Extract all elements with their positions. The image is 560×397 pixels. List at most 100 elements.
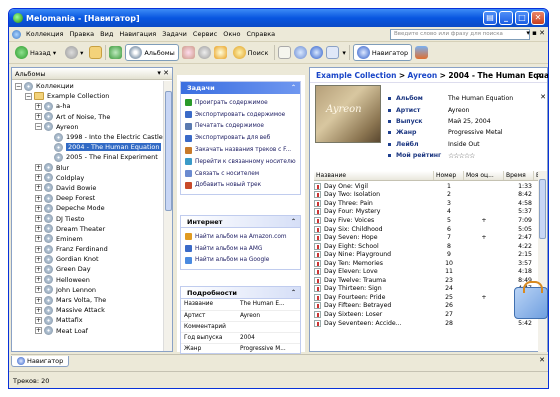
forward-button[interactable]: ▾ [62, 45, 86, 60]
tree-item[interactable]: + DJ Tiesto [12, 213, 172, 224]
tree-item[interactable]: + Helloween [12, 275, 172, 285]
minimize-button[interactable]: _ [499, 11, 513, 25]
task-item[interactable]: Связать с носителем [181, 168, 300, 180]
close-icon[interactable]: ✕ [537, 71, 543, 80]
track-row[interactable]: Day Seventeen: Accide... 28 5:42 [314, 319, 540, 328]
maximize-button[interactable]: □ [515, 11, 529, 25]
up-folder-icon[interactable] [89, 46, 103, 59]
collapse-icon[interactable]: ⌃ [291, 84, 296, 91]
track-row[interactable]: Day Three: Pain 3 4:58 [314, 199, 540, 208]
column-header[interactable]: Моя оц... [464, 171, 504, 180]
track-row[interactable]: Day Two: Isolation 2 8:42 [314, 191, 540, 200]
expand-icon[interactable]: + [35, 255, 42, 263]
expand-icon[interactable]: + [35, 174, 42, 182]
expand-icon[interactable]: + [35, 194, 42, 202]
expand-icon[interactable]: + [35, 235, 42, 243]
expand-icon[interactable]: + [35, 306, 42, 314]
view-mode-icon[interactable] [326, 46, 340, 59]
track-row[interactable]: Day Fifteen: Betrayed265:32 [314, 302, 540, 311]
tree-item[interactable]: − Коллекции [12, 81, 172, 91]
info-icon[interactable] [310, 46, 324, 59]
track-row[interactable]: Day Five: Voices 5 +7:09 [314, 216, 540, 225]
expand-icon[interactable]: + [35, 296, 42, 304]
track-row[interactable]: Day Seven: Hope 7 +2:47 [314, 233, 540, 242]
tree-item[interactable]: + Blur [12, 163, 172, 173]
expand-icon[interactable]: + [35, 215, 42, 223]
track-row[interactable]: Day Sixteen: Loser274:46 [314, 310, 540, 319]
tree-item[interactable]: + Depeche Mode [12, 203, 172, 213]
tree-item[interactable]: 2005 - The Final Experiment [12, 152, 172, 162]
expand-icon[interactable]: + [35, 102, 42, 110]
task-item[interactable]: Печатать содержимое [181, 121, 300, 133]
pane-controls-icon[interactable]: ▾ ✕ [157, 69, 169, 77]
expand-icon[interactable]: + [35, 286, 42, 294]
details-value[interactable]: 2004 [237, 332, 300, 344]
expand-icon[interactable]: + [35, 225, 42, 233]
tree-item[interactable]: − Example Collection [12, 91, 172, 101]
tree-item[interactable]: + David Bowie [12, 183, 172, 193]
track-row[interactable]: Day Fourteen: Pride25+4:42 [314, 293, 540, 302]
details-value[interactable]: Progressive M... [237, 343, 300, 353]
tree-scrollbar[interactable] [163, 81, 172, 351]
task-item[interactable]: Перейти к связанному носителю [181, 156, 300, 168]
albums-button[interactable]: Альбомы [125, 44, 179, 61]
close-button[interactable]: ✕ [531, 11, 545, 25]
menu-item-help[interactable]: Справка [244, 30, 279, 38]
chevron-down-icon[interactable]: ▾ ▪ ✕ [526, 29, 545, 37]
track-row[interactable]: Day Ten: Memories 10 3:57 [314, 259, 540, 268]
tree-item[interactable]: + a-ha [12, 101, 172, 111]
tree-item[interactable]: + Meat Loaf [12, 326, 172, 336]
breadcrumb-collection[interactable]: Example Collection [316, 71, 396, 80]
collapse-icon[interactable]: − [25, 92, 32, 100]
menu-item-view[interactable]: Вид [97, 30, 116, 38]
tracks-scrollbar[interactable] [538, 171, 547, 352]
menu-item-edit[interactable]: Правка [66, 30, 97, 38]
rating-stars[interactable]: ☆☆☆☆☆ [448, 152, 475, 160]
tree-item[interactable]: + Dream Theater [12, 224, 172, 234]
tree-item[interactable]: + Mattafix [12, 315, 172, 325]
collapse-icon[interactable]: ⌃ [291, 218, 296, 225]
tracks-scroll-thumb[interactable] [539, 179, 546, 239]
expand-icon[interactable]: + [35, 113, 42, 121]
tree-item[interactable]: 2004 - The Human Equation [12, 142, 172, 152]
breadcrumb-artist[interactable]: Ayreon [408, 71, 438, 80]
expand-icon[interactable]: + [35, 276, 42, 284]
tree-item[interactable]: + John Lennon [12, 285, 172, 295]
zoom-icon[interactable] [294, 46, 308, 59]
track-row[interactable]: Day Four: Mystery 4 5:37 [314, 208, 540, 217]
track-row[interactable]: Day One: Vigil 1 1:33 [314, 182, 540, 191]
details-header[interactable]: Подробности ⌃ [181, 287, 300, 299]
search-input[interactable]: Введите слово или фразу для поиска [390, 29, 530, 40]
close-icon[interactable]: ✕ [539, 356, 545, 364]
expand-icon[interactable]: + [35, 316, 42, 324]
details-value[interactable]: Ayreon [237, 310, 300, 322]
expand-icon[interactable]: + [35, 164, 42, 172]
tree-item[interactable]: + Eminem [12, 234, 172, 244]
house-icon[interactable] [415, 46, 429, 59]
expand-icon[interactable]: + [35, 265, 42, 273]
collapse-icon[interactable]: − [35, 123, 42, 131]
tree-scroll-thumb[interactable] [165, 91, 172, 211]
internet-header[interactable]: Интернет ⌃ [181, 216, 300, 228]
tab-navigator[interactable]: Навигатор [11, 355, 70, 367]
artists-icon[interactable] [181, 46, 195, 59]
labels-icon[interactable] [213, 46, 227, 59]
tree-item[interactable]: + Gordian Knot [12, 254, 172, 264]
tree-item[interactable]: + Massive Attack [12, 305, 172, 315]
tree-item[interactable]: + Deep Forest [12, 193, 172, 203]
search-button[interactable]: Поиск [230, 45, 272, 60]
internet-link[interactable]: Найти альбом на AMG [181, 243, 300, 255]
column-header[interactable]: Номер [434, 171, 464, 180]
navigator-button[interactable]: Навигатор [352, 44, 413, 61]
menu-item-tasks[interactable]: Задачи [159, 30, 190, 38]
task-item[interactable]: Закачать названия треков с F... [181, 144, 300, 156]
track-row[interactable]: Day Eleven: Love 11 4:18 [314, 267, 540, 276]
track-row[interactable]: Day Eight: School 8 4:22 [314, 242, 540, 251]
task-item[interactable]: Экспортировать содержимое [181, 109, 300, 121]
cascade-icon[interactable]: ▤ [483, 11, 497, 25]
tree-item[interactable]: 1998 - Into the Electric Castle [12, 132, 172, 142]
collapse-icon[interactable]: − [15, 82, 22, 90]
tree-item[interactable]: + Coldplay [12, 173, 172, 183]
expand-icon[interactable]: + [35, 245, 42, 253]
task-item[interactable]: Добавить новый трек [181, 180, 300, 192]
